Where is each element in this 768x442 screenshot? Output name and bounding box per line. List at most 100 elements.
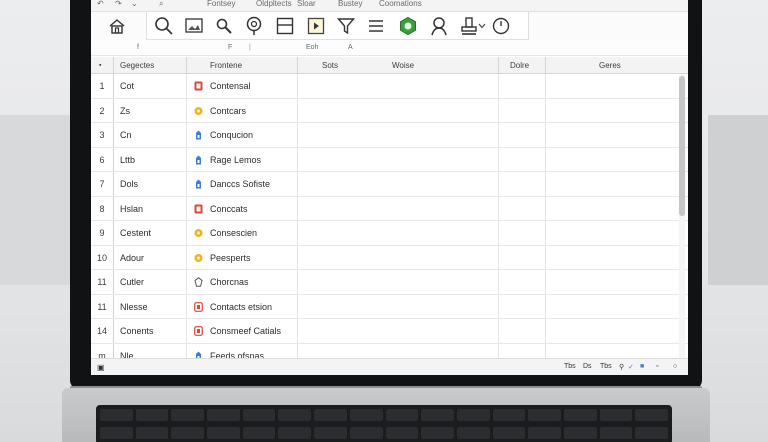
row-number[interactable]: 11	[91, 270, 113, 294]
cell-name[interactable]: Dols	[120, 172, 138, 196]
row-number[interactable]: 11	[91, 295, 113, 319]
scrollbar-thumb[interactable]	[679, 76, 685, 216]
cell-name[interactable]: Hslan	[120, 197, 143, 221]
zoom-button[interactable]	[213, 15, 235, 37]
cell-name[interactable]: Cn	[120, 123, 132, 147]
toolbar	[91, 12, 688, 40]
row-number[interactable]: 10	[91, 246, 113, 270]
panel-button[interactable]	[274, 15, 296, 37]
table-row[interactable]: 9 Cestent Consescien	[91, 221, 688, 246]
cell-contact[interactable]: Contensal	[210, 74, 251, 98]
row-number[interactable]: m	[91, 344, 113, 359]
keyboard-key	[171, 409, 205, 421]
stamp-dropdown[interactable]	[477, 15, 487, 37]
keyboard-key	[242, 409, 276, 421]
contact-type-icon	[194, 130, 203, 140]
row-number[interactable]: 3	[91, 123, 113, 147]
status-item-1[interactable]: Tbs	[564, 363, 576, 370]
hexagon-button[interactable]	[397, 15, 419, 37]
menu-item-bustey[interactable]: Bustey	[338, 0, 362, 8]
home-button[interactable]	[104, 15, 130, 37]
cell-contact[interactable]: Contcars	[210, 99, 246, 123]
location-button[interactable]	[243, 15, 265, 37]
cell-contact[interactable]: Consescien	[210, 221, 257, 245]
location-pin-icon	[246, 16, 262, 35]
cell-name[interactable]: Zs	[120, 99, 130, 123]
column-header-gegectes[interactable]: Gegectes	[120, 57, 154, 74]
column-header-dolre[interactable]: Dolre	[510, 57, 529, 74]
column-header-geres[interactable]: Geres	[599, 57, 621, 74]
table-row[interactable]: 14 Conents Consmeef Catials	[91, 319, 688, 344]
cell-reference[interactable]: F	[228, 44, 232, 51]
sheet-icon[interactable]: ▣	[97, 363, 105, 372]
table-row[interactable]: 3 Cn Conqucion	[91, 123, 688, 148]
quick-access-redo-icon[interactable]: ↷	[115, 0, 122, 8]
cell-name[interactable]: Nlesse	[120, 295, 148, 319]
cell-contact[interactable]: Chorcnas	[210, 270, 249, 294]
menu-bar: ↶ ↷ ⌄ ⌕ Fontsey Oldpltects Sloar Bustey …	[91, 0, 688, 12]
expand-icon[interactable]: ▫	[656, 363, 658, 370]
row-number[interactable]: 8	[91, 197, 113, 221]
select-all-cell[interactable]: ▪	[99, 57, 101, 74]
cell-name[interactable]: Lttb	[120, 148, 135, 172]
table-row[interactable]: 11 Cutler Chorcnas	[91, 270, 688, 295]
cell-name[interactable]: Cot	[120, 74, 134, 98]
keyboard-key	[599, 426, 633, 439]
menu-item-coomations[interactable]: Coomations	[379, 0, 422, 8]
row-number[interactable]: 2	[91, 99, 113, 123]
user-button[interactable]	[428, 15, 450, 37]
cell-name[interactable]: Nle	[120, 344, 134, 359]
pin-icon[interactable]: ⚲	[619, 363, 624, 371]
menu-item-oldpltects[interactable]: Oldpltects	[256, 0, 292, 8]
image-button[interactable]	[183, 15, 205, 37]
timer-button[interactable]	[490, 15, 512, 37]
circle-icon[interactable]: ○	[673, 363, 677, 370]
name-box[interactable]: f	[137, 44, 139, 51]
check-icon[interactable]: ✓	[628, 363, 634, 371]
cell-name[interactable]: Cutler	[120, 270, 144, 294]
search-button[interactable]	[153, 15, 175, 37]
formula-input[interactable]: Eoh	[306, 44, 318, 51]
keyboard-key	[242, 426, 276, 439]
cell-contact[interactable]: Consmeef Catials	[210, 319, 281, 343]
row-number[interactable]: 9	[91, 221, 113, 245]
table-row[interactable]: 7 Dols Danccs Sofiste	[91, 172, 688, 197]
table-row[interactable]: 11 Nlesse Contacts etsion	[91, 295, 688, 319]
row-number[interactable]: 14	[91, 319, 113, 343]
column-header-frontene[interactable]: Frontene	[210, 57, 242, 74]
status-item-2[interactable]: Ds	[583, 363, 592, 370]
cell-name[interactable]: Conents	[120, 319, 154, 343]
cell-contact[interactable]: Contacts etsion	[210, 295, 272, 319]
table-row[interactable]: 10 Adour Peesperts	[91, 246, 688, 270]
cell-contact[interactable]: Feeds ofsnas	[210, 344, 264, 359]
column-header-woise[interactable]: Woise	[392, 57, 414, 74]
cell-contact[interactable]: Rage Lemos	[210, 148, 261, 172]
keyboard-key	[207, 409, 240, 421]
table-row[interactable]: 2 Zs Contcars	[91, 99, 688, 123]
table-row[interactable]: m Nle Feeds ofsnas	[91, 344, 688, 359]
cell-name[interactable]: Cestent	[120, 221, 151, 245]
filter-button[interactable]	[335, 15, 357, 37]
cell-contact[interactable]: Conccats	[210, 197, 248, 221]
row-number[interactable]: 6	[91, 148, 113, 172]
menu-button[interactable]	[365, 15, 387, 37]
quick-access-dropdown-icon[interactable]: ⌄	[131, 0, 138, 8]
menu-item-fontsey[interactable]: Fontsey	[207, 0, 235, 8]
cell-name[interactable]: Adour	[120, 246, 144, 270]
cell-contact[interactable]: Peesperts	[210, 246, 251, 270]
play-button[interactable]	[305, 15, 327, 37]
quick-access-undo-icon[interactable]: ↶	[97, 0, 104, 8]
table-row[interactable]: 1 Cot Contensal	[91, 74, 688, 99]
menu-item-sloar[interactable]: Sloar	[297, 0, 316, 8]
keyboard-key	[207, 426, 240, 439]
status-item-3[interactable]: Tbs	[600, 363, 612, 370]
cell-contact[interactable]: Conqucion	[210, 123, 253, 147]
notification-icon[interactable]: ■	[640, 363, 644, 370]
column-header-sots[interactable]: Sots	[322, 57, 338, 74]
cell-contact[interactable]: Danccs Sofiste	[210, 172, 270, 196]
row-number[interactable]: 7	[91, 172, 113, 196]
table-row[interactable]: 6 Lttb Rage Lemos	[91, 148, 688, 172]
row-number[interactable]: 1	[91, 74, 113, 98]
table-row[interactable]: 8 Hslan Conccats	[91, 197, 688, 221]
quick-access-search-icon[interactable]: ⌕	[159, 0, 163, 8]
